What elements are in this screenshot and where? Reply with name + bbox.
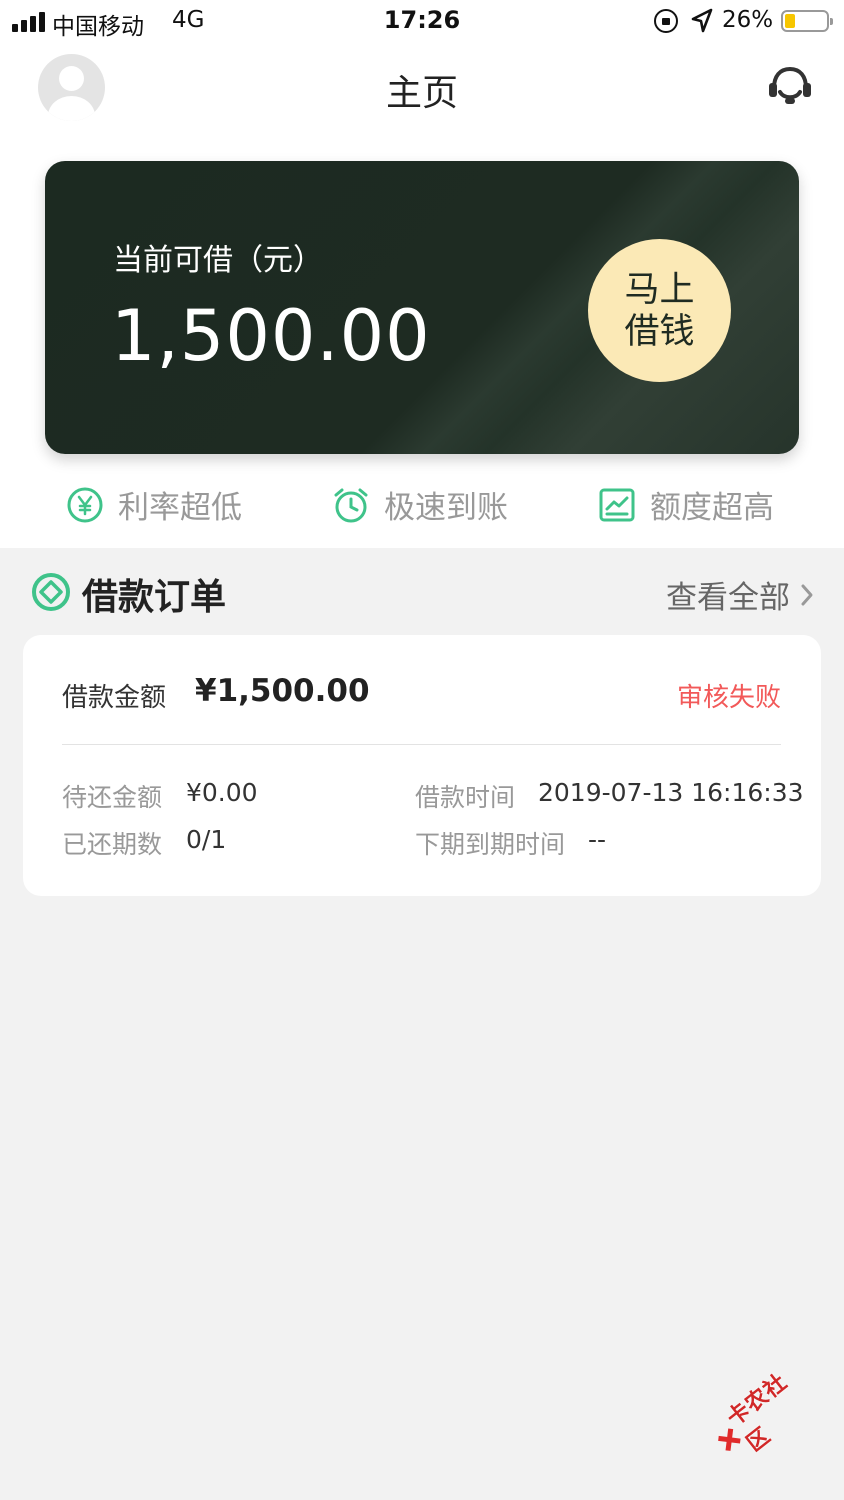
loan-time-value: 2019-07-13 16:16:33 <box>538 778 804 807</box>
feature-low-rate: 利率超低 <box>66 482 242 527</box>
loan-order-card[interactable]: 借款金额 ¥1,500.00 审核失败 待还金额 ¥0.00 借款时间 2019… <box>23 635 821 896</box>
credit-card-panel: 当前可借（元） 1,500.00 马上 借钱 <box>45 161 799 454</box>
loan-amount-label: 借款金额 <box>62 683 167 713</box>
available-credit-amount: 1,500.00 <box>111 295 431 377</box>
loan-amount-value: ¥1,500.00 <box>195 673 370 709</box>
borrow-button-line2: 借钱 <box>624 311 695 352</box>
loan-time-label: 借款时间 <box>415 783 516 812</box>
feature-strip: 利率超低 极速到账 额度超高 <box>0 482 844 532</box>
feature-label: 额度超高 <box>650 490 774 526</box>
view-all-label: 查看全部 <box>666 580 790 616</box>
pending-amount-label: 待还金额 <box>62 783 163 812</box>
repaid-periods-value: 0/1 <box>186 825 227 854</box>
next-due-label: 下期到期时间 <box>415 830 566 859</box>
yen-circle-icon <box>67 487 103 522</box>
feature-fast-arrival: 极速到账 <box>332 482 508 527</box>
customer-service-headset-icon[interactable] <box>766 64 814 108</box>
next-due-value: -- <box>588 825 607 854</box>
chart-trend-icon <box>599 488 635 521</box>
battery-icon <box>781 10 833 32</box>
pending-amount-value: ¥0.00 <box>186 778 258 807</box>
borrow-now-button[interactable]: 马上 借钱 <box>588 239 731 382</box>
battery-percent: 26% <box>722 7 774 33</box>
diamond-badge-icon <box>32 573 70 611</box>
watermark-logo: 卡农社区 <box>701 1358 822 1472</box>
feature-high-limit: 额度超高 <box>598 482 774 527</box>
orders-header: 借款订单 查看全部 <box>0 560 844 624</box>
alarm-clock-icon <box>334 488 368 522</box>
status-time: 17:26 <box>383 6 461 34</box>
divider <box>62 744 781 745</box>
orders-title: 借款订单 <box>82 577 227 618</box>
borrow-button-line1: 马上 <box>624 269 695 310</box>
feature-label: 利率超低 <box>118 490 242 526</box>
orientation-lock-icon <box>654 9 678 33</box>
location-arrow-icon <box>691 8 713 33</box>
available-credit-label: 当前可借（元） <box>113 243 323 278</box>
repaid-periods-label: 已还期数 <box>62 830 163 859</box>
page-title: 主页 <box>385 73 458 114</box>
chevron-right-icon <box>801 584 813 605</box>
top-section: 中国移动 4G 17:26 26% 主页 当前可借（元） 1,500.00 马上… <box>0 0 844 548</box>
status-bar: 中国移动 4G 17:26 26% <box>0 0 844 44</box>
order-status-badge: 审核失败 <box>676 683 781 713</box>
feature-label: 极速到账 <box>384 490 508 526</box>
view-all-link[interactable]: 查看全部 <box>666 572 814 617</box>
